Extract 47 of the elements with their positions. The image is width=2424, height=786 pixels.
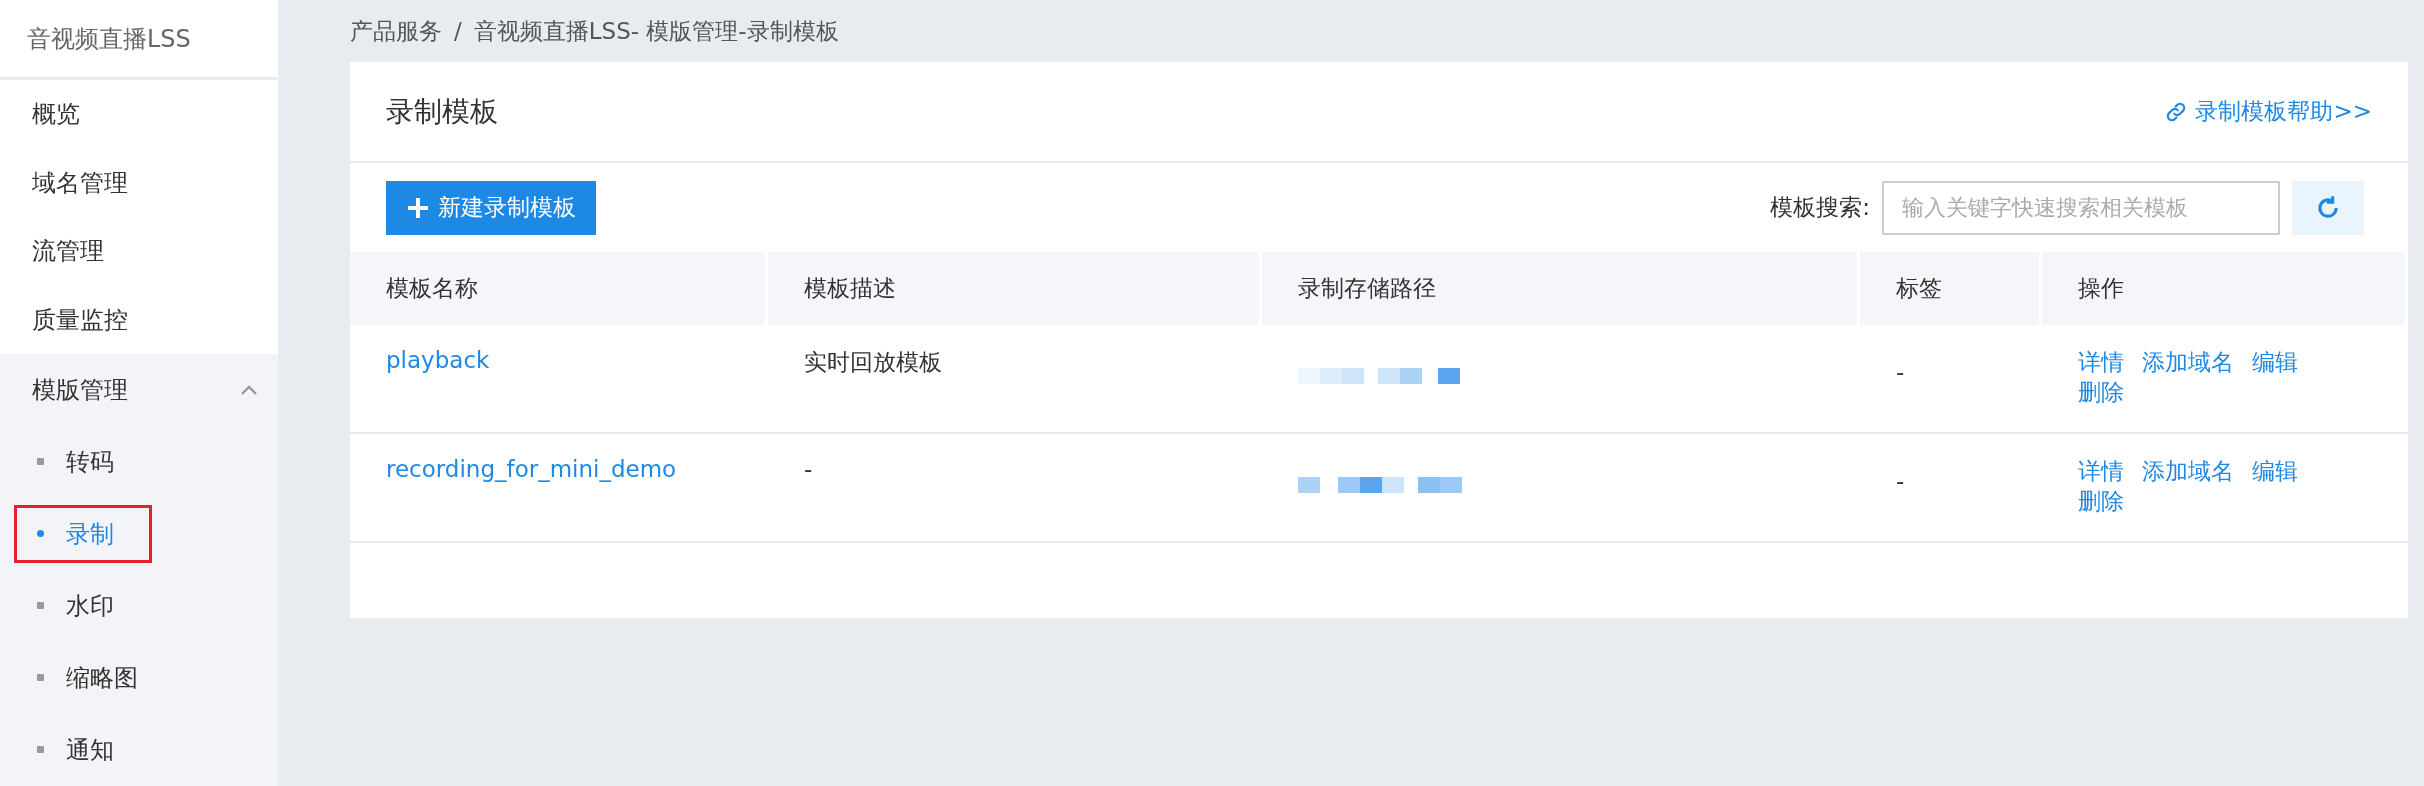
search-label: 模板搜索:: [1770, 193, 1870, 222]
action-link[interactable]: 详情: [2078, 458, 2124, 484]
table-cell: -: [1896, 468, 1905, 494]
bullet-icon: [37, 746, 44, 754]
action-link[interactable]: 添加域名: [2142, 458, 2234, 484]
table-cell: -: [804, 456, 813, 482]
breadcrumb-item[interactable]: 产品服务: [350, 15, 442, 47]
refresh-button[interactable]: [2292, 180, 2364, 235]
column-header: 模板描述: [768, 252, 1262, 325]
action-link[interactable]: 编辑: [2252, 349, 2298, 375]
menu-item[interactable]: 模版管理: [0, 354, 278, 426]
submenu-item[interactable]: 转码: [14, 433, 152, 491]
action-link[interactable]: 详情: [2078, 349, 2124, 375]
action-link[interactable]: 删除: [2078, 488, 2124, 514]
submenu-item[interactable]: 录制: [14, 505, 152, 563]
link-icon: [2165, 100, 2188, 123]
new-template-button[interactable]: 新建录制模板: [386, 180, 596, 235]
bullet-icon: [37, 602, 44, 610]
action-link[interactable]: 添加域名: [2142, 349, 2234, 375]
search-field[interactable]: 输入关键字快速搜索相关模板: [1882, 180, 2280, 235]
breadcrumb-item: 音视频直播LSS- 模版管理-录制模板: [473, 16, 839, 46]
table-cell: -: [1896, 359, 1905, 385]
submenu-label: 转码: [66, 447, 114, 478]
submenu-label: 缩略图: [66, 663, 138, 694]
template-name-link[interactable]: recording_for_mini_demo: [386, 456, 677, 482]
action-link[interactable]: 删除: [2078, 379, 2124, 405]
submenu-label: 通知: [66, 735, 114, 766]
menu-label: 模版管理: [32, 375, 128, 406]
bullet-icon: [37, 530, 44, 538]
bullet-icon: [37, 458, 44, 466]
column-header: 模板名称: [350, 252, 768, 325]
plus-icon: [406, 195, 430, 220]
submenu-item[interactable]: 通知: [14, 721, 152, 779]
card-title: 录制模板: [386, 93, 498, 130]
action-link[interactable]: 编辑: [2252, 458, 2298, 484]
table-cell: 实时回放模板: [804, 349, 942, 375]
bullet-icon: [37, 674, 44, 682]
column-header: 标签: [1860, 252, 2042, 325]
submenu-item[interactable]: 缩略图: [14, 649, 152, 707]
submenu-label: 水印: [66, 591, 114, 622]
submenu-item[interactable]: 水印: [14, 577, 152, 635]
breadcrumb-separator: /: [454, 18, 462, 44]
help-link[interactable]: 录制模板帮助>>: [2165, 96, 2372, 127]
column-header: 操作: [2042, 252, 2408, 325]
submenu-label: 录制: [66, 519, 114, 550]
column-header: 录制存储路径: [1262, 252, 1860, 325]
template-name-link[interactable]: playback: [386, 347, 490, 373]
